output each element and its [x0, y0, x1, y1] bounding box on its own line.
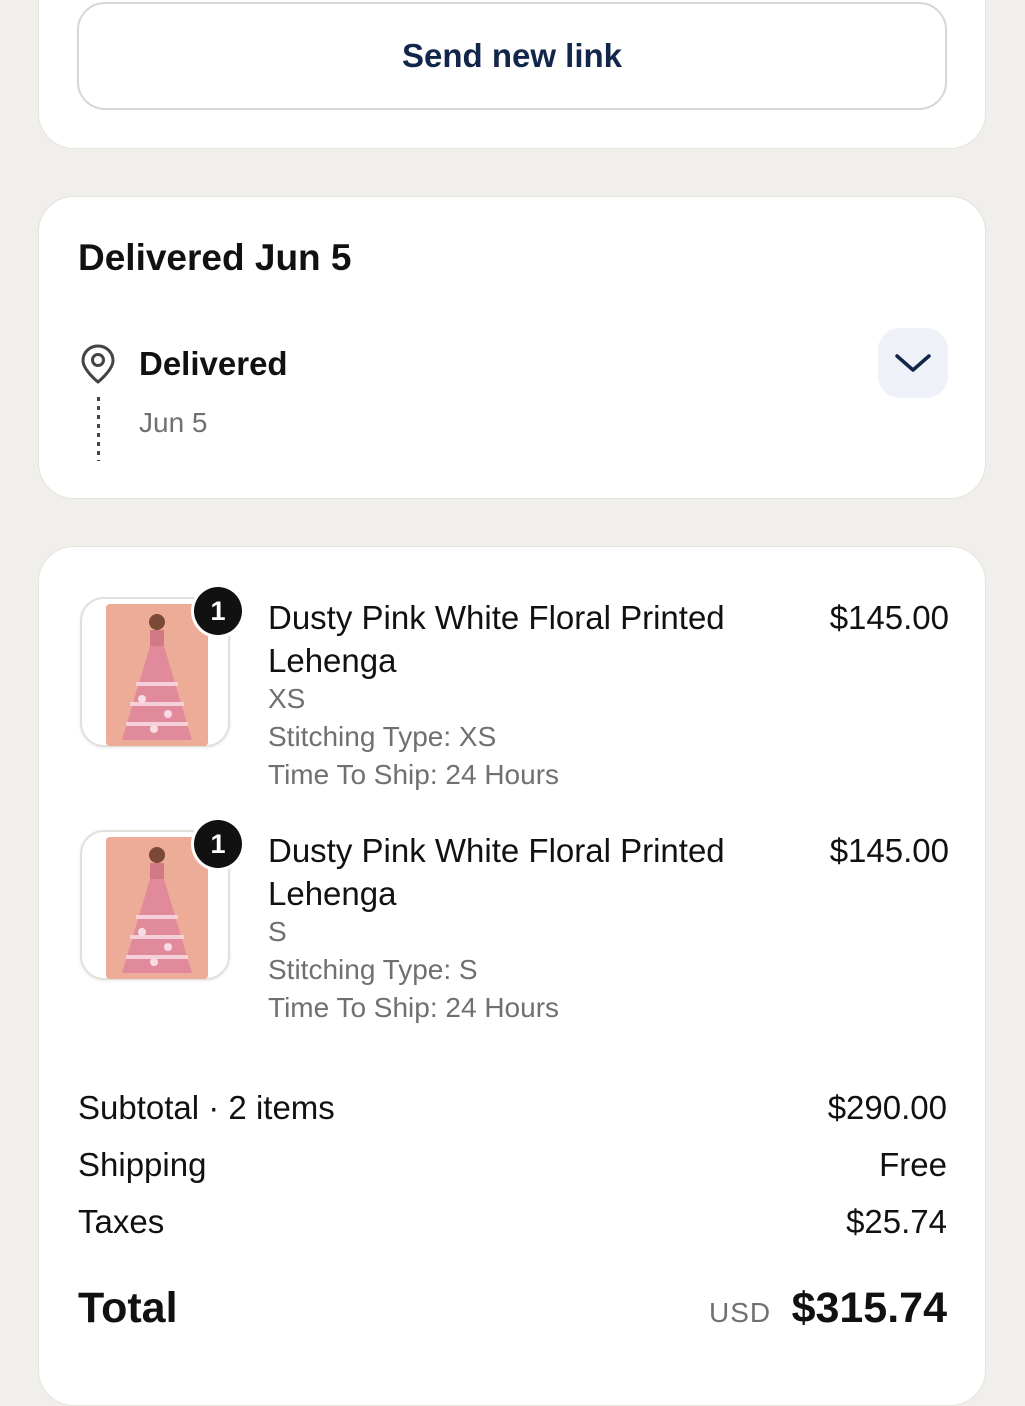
product-stitching: Stitching Type: S — [268, 954, 478, 985]
line-item: 1 Dusty Pink White Floral Printed Leheng… — [39, 547, 987, 790]
subtotal-label: Subtotal · 2 items — [78, 1089, 335, 1126]
shipping-row: Shipping Free — [78, 1146, 947, 1184]
quantity-badge: 1 — [194, 587, 242, 635]
location-pin-icon — [81, 344, 115, 384]
product-name: Dusty Pink White Floral Printed Lehenga — [268, 832, 725, 912]
product-price: $145.00 — [829, 832, 949, 869]
taxes-row: Taxes $25.74 — [78, 1203, 947, 1241]
delivery-status-card: Delivered Jun 5 Delivered Jun 5 — [38, 196, 986, 499]
quantity-badge: 1 — [194, 820, 242, 868]
delivery-status-label: Delivered — [139, 345, 288, 382]
delivery-status-date: Jun 5 — [139, 407, 208, 438]
chevron-down-icon — [895, 354, 931, 372]
shipping-value: Free — [879, 1146, 947, 1183]
order-summary-card: 1 Dusty Pink White Floral Printed Leheng… — [38, 546, 986, 1406]
resend-link-card: Send new link — [38, 0, 986, 149]
send-new-link-button[interactable]: Send new link — [77, 2, 947, 110]
subtotal-value: $290.00 — [827, 1089, 947, 1126]
product-stitching: Stitching Type: XS — [268, 721, 497, 752]
currency-code: USD — [708, 1297, 772, 1328]
timeline-connector — [97, 397, 100, 461]
product-ship-time: Time To Ship: 24 Hours — [268, 992, 560, 1023]
product-image — [106, 837, 208, 979]
total-amount-group: USD $315.74 — [709, 1284, 947, 1333]
shipping-label: Shipping — [78, 1146, 207, 1183]
line-item: 1 Dusty Pink White Floral Printed Leheng… — [39, 780, 987, 1023]
taxes-label: Taxes — [78, 1203, 165, 1240]
total-row: Total USD $315.74 — [78, 1284, 947, 1333]
delivery-title: Delivered Jun 5 — [78, 237, 352, 278]
total-label: Total — [78, 1284, 178, 1332]
product-name: Dusty Pink White Floral Printed Lehenga — [268, 599, 725, 679]
taxes-value: $25.74 — [846, 1203, 947, 1240]
total-amount: $315.74 — [791, 1284, 947, 1332]
product-image — [106, 604, 208, 746]
product-size: XS — [268, 683, 306, 714]
product-size: S — [268, 916, 287, 947]
expand-tracking-button[interactable] — [878, 328, 948, 398]
product-price: $145.00 — [829, 599, 949, 636]
subtotal-row: Subtotal · 2 items $290.00 — [78, 1089, 947, 1127]
